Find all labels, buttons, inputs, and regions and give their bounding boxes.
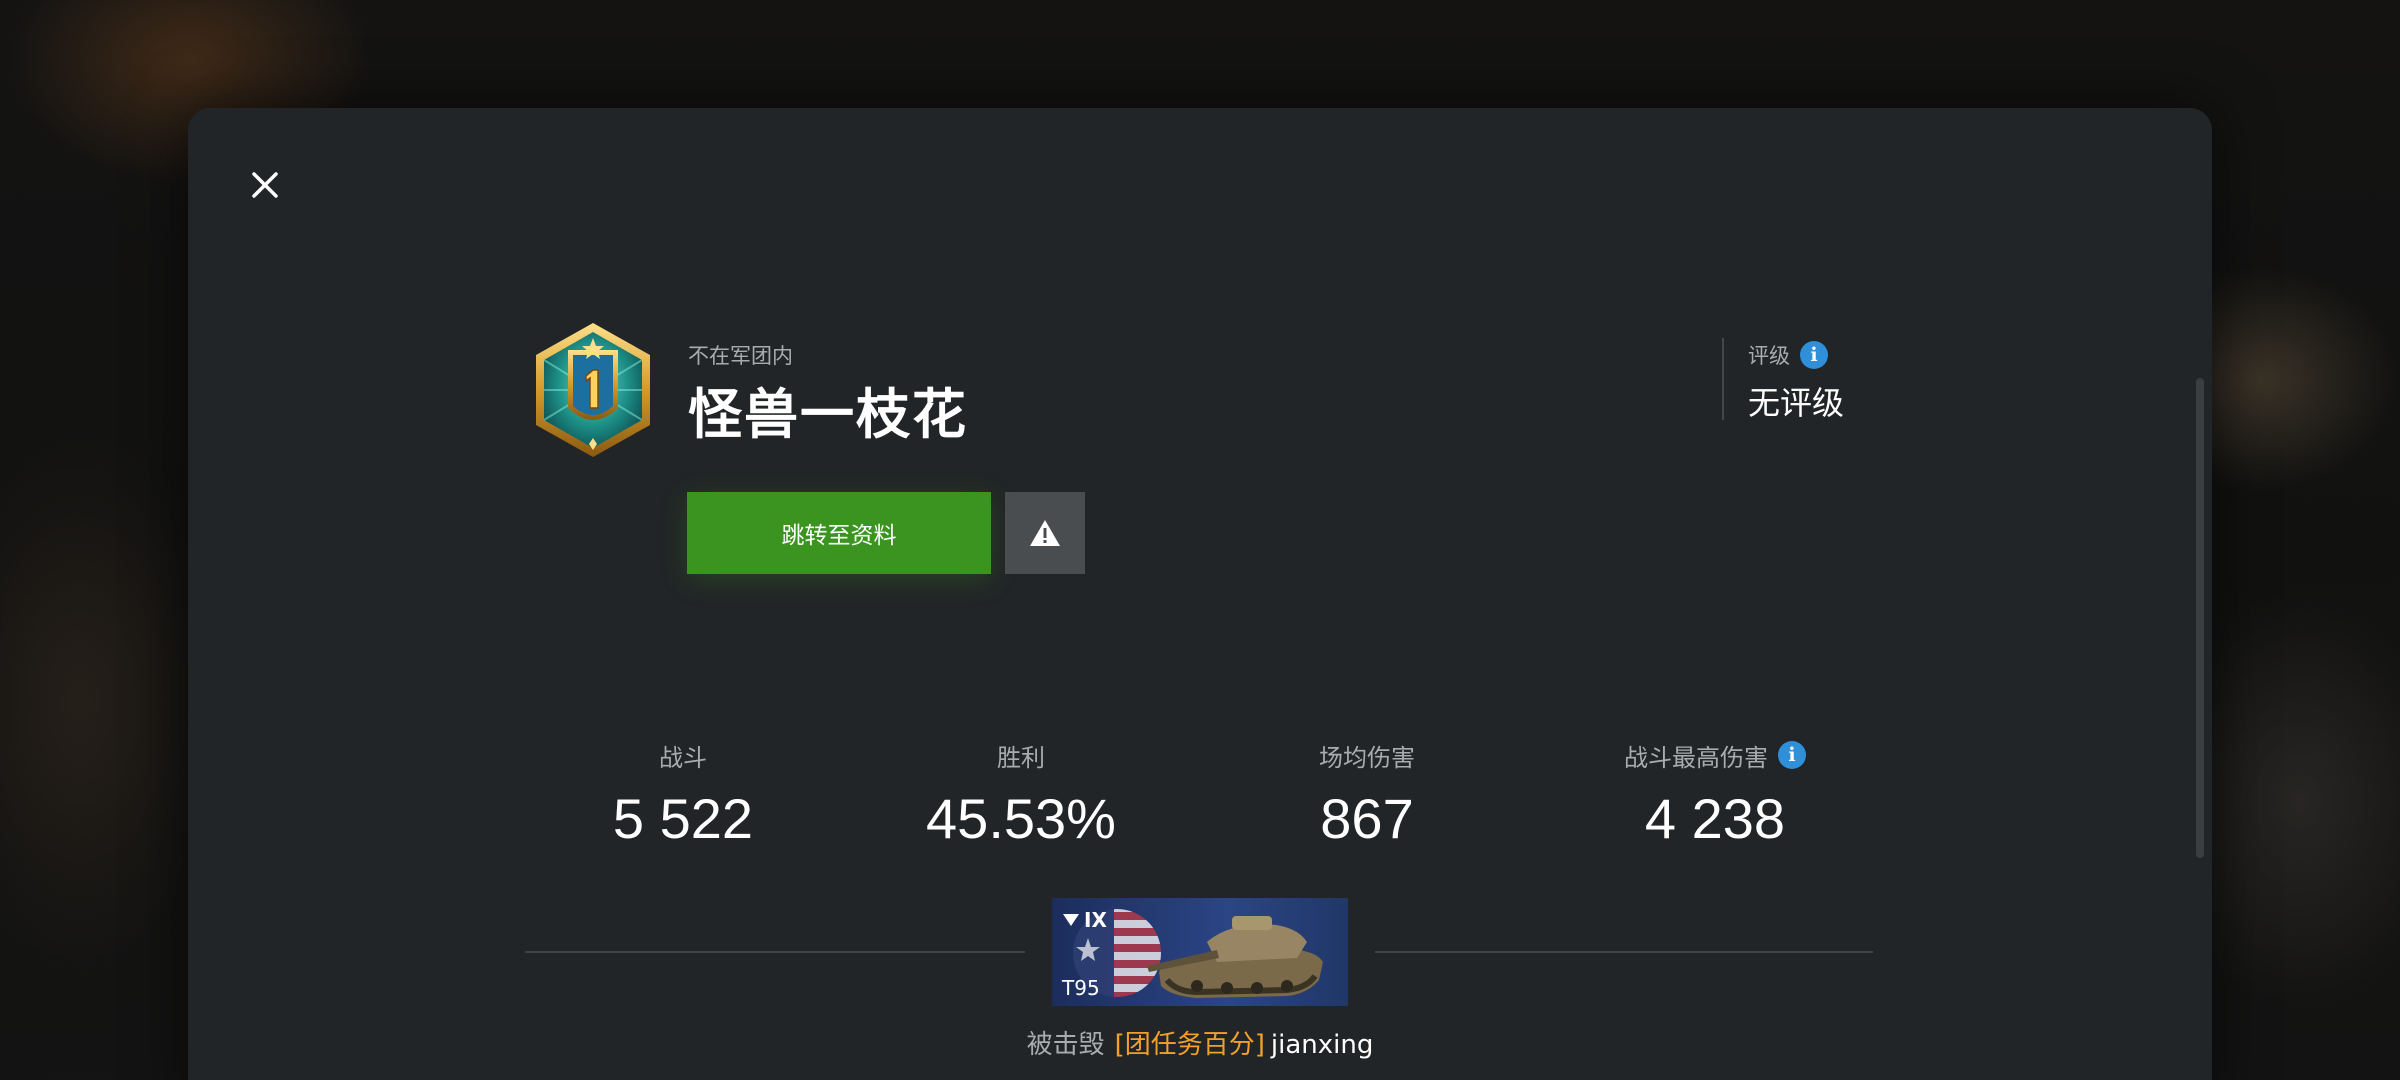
divider-left [525, 951, 1025, 953]
report-button[interactable] [1005, 492, 1085, 574]
tank-tier: IX [1062, 908, 1107, 932]
stat-label: 场均伤害 [1319, 743, 1415, 772]
stat-victories: 胜利 45.53% [871, 738, 1171, 851]
stat-label-text: 战斗最高伤害 [1624, 743, 1768, 772]
destroyer-clan-tag[interactable]: [团任务百分] [1115, 1030, 1265, 1060]
scrollbar[interactable] [2196, 268, 2204, 1080]
warning-icon [1030, 520, 1060, 546]
stat-battles: 战斗 5 522 [533, 738, 833, 851]
rank-emblem-icon [536, 323, 650, 457]
tank-tier-value: IX [1084, 908, 1107, 932]
close-button[interactable] [238, 158, 292, 212]
stat-value: 4 238 [1644, 787, 1786, 850]
player-info-modal: 不在军团内 怪兽一枝花 跳转至资料 评级 i 无评级 战斗 5 522 胜利 4… [188, 108, 2212, 1080]
scrollbar-thumb[interactable] [2196, 378, 2204, 858]
rating-divider [1722, 338, 1724, 420]
destroyed-label: 被击毁 [1026, 1030, 1105, 1060]
info-icon[interactable]: i [1778, 741, 1806, 769]
tank-card[interactable]: IX T95 [1052, 898, 1348, 1006]
stat-value: 5 522 [612, 787, 754, 850]
stat-value: 45.53% [926, 787, 1116, 850]
info-icon[interactable]: i [1800, 341, 1828, 369]
rating-value: 无评级 [1748, 384, 1845, 422]
stat-value: 867 [1320, 787, 1414, 850]
stat-label: 胜利 [997, 743, 1045, 772]
rating-label: 评级 i [1748, 340, 1828, 370]
stat-avg-damage: 场均伤害 867 [1217, 738, 1517, 851]
tank-name: T95 [1062, 976, 1100, 1000]
stat-max-damage: 战斗最高伤害 i 4 238 [1565, 738, 1865, 851]
destroyed-by: 被击毁 [团任务百分] jianxing [0, 1024, 2400, 1061]
clan-status: 不在军团内 [688, 344, 793, 368]
rating-label-text: 评级 [1748, 344, 1790, 368]
tank-icon [1147, 916, 1323, 998]
divider-right [1375, 951, 1873, 953]
stat-label: 战斗最高伤害 i [1565, 738, 1865, 772]
go-to-profile-button[interactable]: 跳转至资料 [687, 492, 991, 574]
close-icon [252, 172, 278, 198]
tier-arrow-icon [1063, 914, 1079, 926]
destroyer-player-name[interactable]: jianxing [1271, 1030, 1373, 1060]
player-name: 怪兽一枝花 [688, 383, 968, 446]
stat-label: 战斗 [659, 743, 707, 772]
